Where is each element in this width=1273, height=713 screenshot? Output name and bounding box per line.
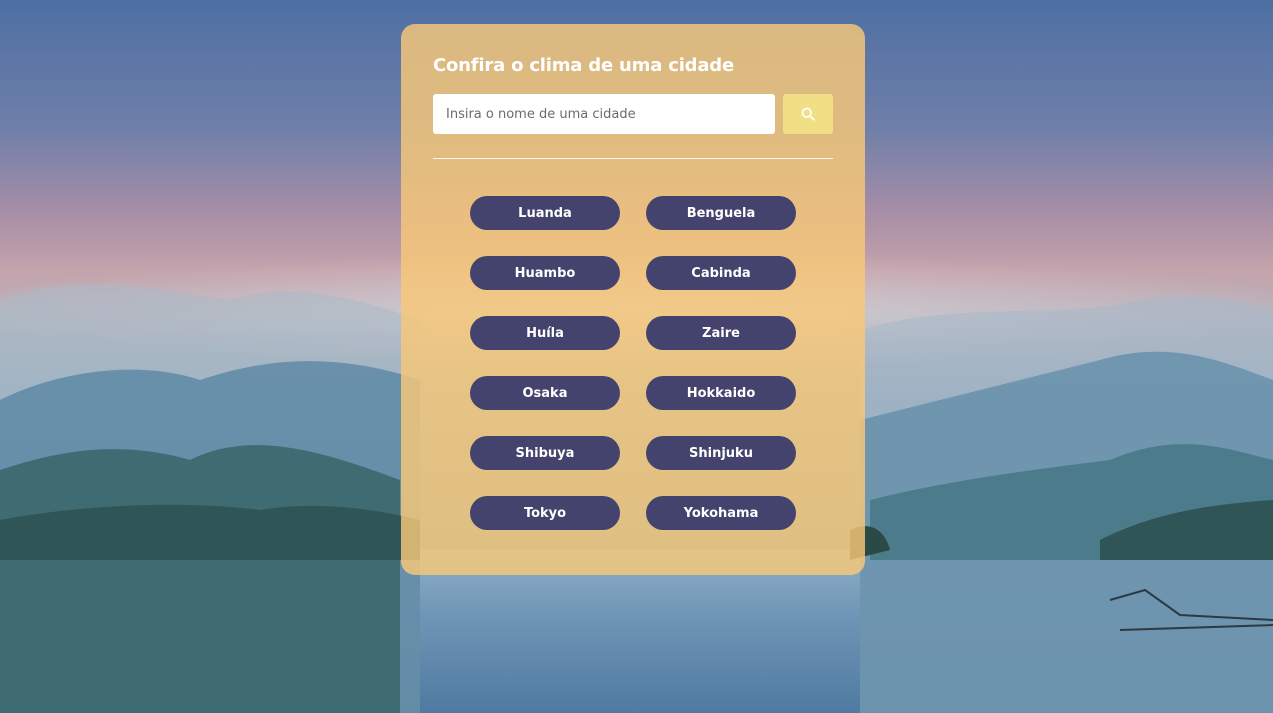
city-button-osaka[interactable]: Osaka (470, 376, 620, 410)
city-button-huambo[interactable]: Huambo (470, 256, 620, 290)
search-button[interactable] (783, 94, 833, 134)
city-button-shinjuku[interactable]: Shinjuku (646, 436, 796, 470)
city-button-yokohama[interactable]: Yokohama (646, 496, 796, 530)
search-icon (801, 107, 815, 121)
city-button-huila[interactable]: Huíla (470, 316, 620, 350)
search-row (433, 94, 833, 134)
weather-search-card: Confira o clima de uma cidade Luanda Ben… (401, 24, 865, 575)
city-buttons-grid: Luanda Benguela Huambo Cabinda Huíla Zai… (433, 196, 833, 530)
page-title: Confira o clima de uma cidade (433, 55, 734, 76)
city-button-zaire[interactable]: Zaire (646, 316, 796, 350)
city-search-input[interactable] (433, 94, 775, 134)
city-button-tokyo[interactable]: Tokyo (470, 496, 620, 530)
city-button-hokkaido[interactable]: Hokkaido (646, 376, 796, 410)
city-button-cabinda[interactable]: Cabinda (646, 256, 796, 290)
city-button-benguela[interactable]: Benguela (646, 196, 796, 230)
city-button-luanda[interactable]: Luanda (470, 196, 620, 230)
city-button-shibuya[interactable]: Shibuya (470, 436, 620, 470)
divider (433, 158, 833, 159)
